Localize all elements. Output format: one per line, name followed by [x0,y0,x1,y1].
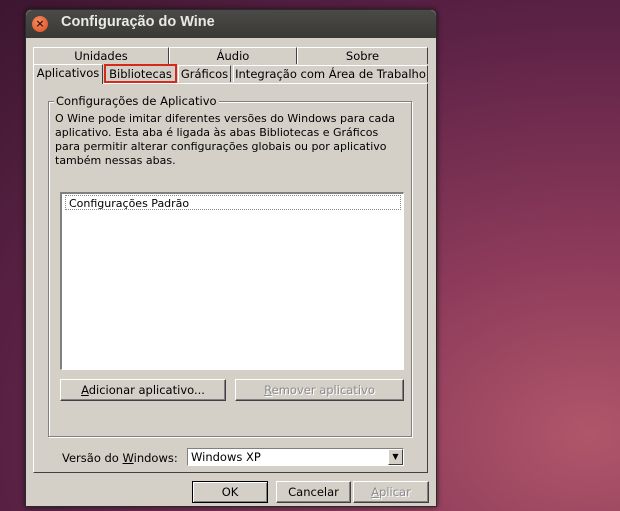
version-label-prefix: Versão do [62,451,123,465]
tab-unidades[interactable]: Unidades [33,47,169,64]
title-bar[interactable]: × Configuração do Wine [26,10,436,38]
remove-application-button[interactable]: Remover aplicativo [235,379,404,401]
tab-graficos[interactable]: Gráficos [178,65,231,82]
add-application-button[interactable]: Adicionar aplicativo... [60,379,226,401]
windows-version-value: Windows XP [191,450,261,464]
tab-sobre[interactable]: Sobre [297,47,428,64]
remove-mnemonic: R [264,383,272,397]
tab-bibliotecas[interactable]: Bibliotecas [104,64,177,83]
list-item[interactable]: Configurações Padrão [65,195,401,210]
remove-label: emover aplicativo [271,383,375,397]
tab-panel: Configurações de Aplicativo O Wine pode … [33,83,428,473]
windows-version-label: Versão do Windows: [62,451,178,465]
close-icon[interactable]: × [32,16,48,32]
cancel-button[interactable]: Cancelar [276,481,351,503]
tab-integracao[interactable]: Integração com Área de Trabalho [233,65,428,82]
wine-config-window: × Configuração do Wine Unidades Áudio So… [25,9,437,507]
applications-list[interactable]: Configurações Padrão [60,192,404,370]
chevron-down-icon[interactable]: ▼ [388,449,403,465]
group-title: Configurações de Aplicativo [54,94,219,108]
ok-button[interactable]: OK [192,481,268,503]
windows-version-select[interactable]: Windows XP ▼ [187,448,404,466]
window-title: Configuração do Wine [61,14,215,30]
add-mnemonic: A [81,383,89,397]
tab-aplicativos[interactable]: Aplicativos [33,64,103,84]
add-label: dicionar aplicativo... [88,383,205,397]
apply-button[interactable]: Aplicar [353,481,429,503]
apply-mnemonic: A [371,485,380,499]
version-label-mnemonic: W [122,451,134,465]
version-label-suffix: indows: [133,451,178,465]
dialog-content: Unidades Áudio Sobre Aplicativos Bibliot… [26,38,436,506]
description-text: O Wine pode imitar diferentes versões do… [55,112,396,167]
apply-label: plicar [379,485,411,499]
tab-audio[interactable]: Áudio [169,47,297,64]
